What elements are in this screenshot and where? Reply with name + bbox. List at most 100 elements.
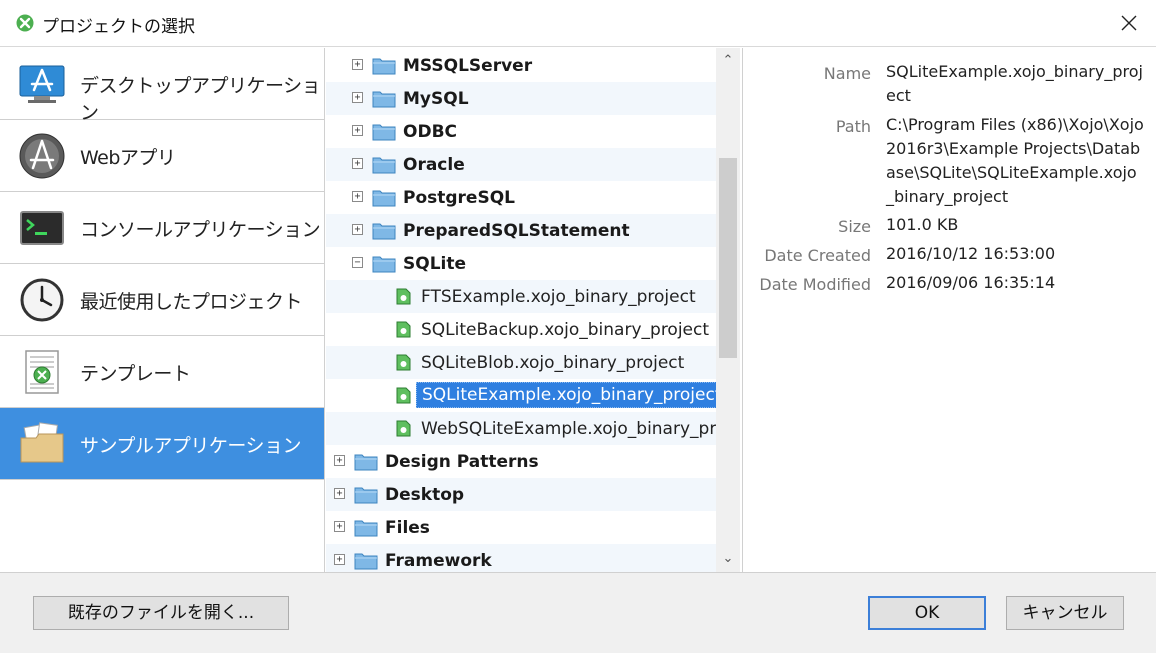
sample-project-tree: + MSSQLServer + MySQL + ODBC + Oracle + … [326, 48, 740, 572]
date-modified-label: Date Modified [759, 275, 871, 294]
xojo-app-icon [16, 14, 34, 32]
expand-icon[interactable]: + [334, 554, 345, 565]
name-value: SQLiteExample.xojo_binary_project [886, 62, 1143, 105]
window-title: プロジェクトの選択 [42, 17, 195, 37]
folder-label: MySQL [403, 89, 469, 109]
category-web-app[interactable]: Webアプリ [0, 120, 324, 192]
folder-icon [372, 58, 396, 75]
expand-icon[interactable]: + [334, 455, 345, 466]
category-label: デスクトップアプリケーション [80, 75, 321, 124]
scroll-down-arrow-icon[interactable]: ⌄ [716, 548, 740, 570]
folder-icon [372, 157, 396, 174]
folder-label: Desktop [385, 485, 465, 505]
tree-folder-row[interactable]: + Oracle [326, 148, 716, 181]
date-created-value: 2016/10/12 16:53:00 [886, 244, 1056, 263]
file-label: WebSQLiteExample.xojo_binary_pr... [421, 419, 731, 439]
tree-folder-row-expanded[interactable]: − SQLite [326, 247, 716, 280]
name-label: Name [823, 64, 871, 83]
project-details-panel: Name SQLiteExample.xojo_binary_project P… [742, 48, 1156, 572]
category-sample-apps[interactable]: サンプルアプリケーション [0, 408, 324, 480]
tree-file-row-selected[interactable]: SQLiteExample.xojo_binary_project [326, 379, 728, 412]
cancel-button[interactable]: キャンセル [1006, 596, 1124, 630]
folder-icon [372, 223, 396, 240]
clock-icon [20, 278, 64, 322]
tree-folder-row[interactable]: + Design Patterns [326, 445, 716, 478]
category-label: テンプレート [80, 363, 191, 385]
size-label: Size [838, 217, 871, 236]
xojo-project-file-icon [396, 288, 411, 305]
file-label-selected: SQLiteExample.xojo_binary_project [416, 382, 728, 408]
folder-label: Framework [385, 551, 492, 571]
xojo-project-file-icon [396, 321, 411, 338]
close-icon[interactable] [1116, 10, 1142, 36]
folder-label: Oracle [403, 155, 465, 175]
folder-label: PostgreSQL [403, 188, 515, 208]
tree-folder-row[interactable]: + PostgreSQL [326, 181, 716, 214]
xojo-project-file-icon [396, 354, 411, 371]
file-label: SQLiteBlob.xojo_binary_project [421, 353, 685, 373]
ok-button[interactable]: OK [868, 596, 986, 630]
tree-folder-row[interactable]: + MySQL [326, 82, 716, 115]
folder-icon [372, 256, 396, 273]
dialog-footer: 既存のファイルを開く... OK キャンセル [0, 572, 1156, 653]
tree-folder-row[interactable]: + MSSQLServer [326, 49, 716, 82]
console-app-icon [20, 211, 64, 245]
template-icon [25, 350, 59, 394]
web-app-icon [19, 133, 65, 179]
expand-icon[interactable]: + [352, 224, 363, 235]
expand-icon[interactable]: + [352, 125, 363, 136]
size-value: 101.0 KB [886, 215, 959, 234]
folder-label: Files [385, 518, 430, 538]
folder-icon [372, 124, 396, 141]
expand-icon[interactable]: + [352, 158, 363, 169]
folder-label: MSSQLServer [403, 56, 533, 76]
expand-icon[interactable]: + [352, 59, 363, 70]
folder-icon [372, 190, 396, 207]
xojo-project-file-icon [396, 387, 411, 404]
desktop-app-icon [19, 65, 65, 103]
expand-icon[interactable]: + [334, 521, 345, 532]
tree-folder-row[interactable]: + PreparedSQLStatement [326, 214, 716, 247]
expand-icon[interactable]: + [334, 488, 345, 499]
folder-icon [354, 487, 378, 504]
category-label: Webアプリ [80, 147, 176, 169]
tree-folder-row[interactable]: + Framework [326, 544, 716, 572]
scroll-up-arrow-icon[interactable]: ⌃ [716, 50, 740, 72]
tree-folder-row[interactable]: + Files [326, 511, 716, 544]
path-value: C:\Program Files (x86)\Xojo\Xojo 2016r3\… [886, 115, 1144, 206]
file-label: FTSExample.xojo_binary_project [421, 287, 696, 307]
category-console-app[interactable]: コンソールアプリケーション [0, 192, 324, 264]
tree-file-row[interactable]: FTSExample.xojo_binary_project [326, 280, 716, 313]
category-label: 最近使用したプロジェクト [80, 291, 303, 313]
collapse-icon[interactable]: − [352, 257, 363, 268]
folder-icon [354, 553, 378, 570]
xojo-project-file-icon [396, 420, 411, 437]
sample-folder-icon [20, 422, 64, 463]
folder-label: PreparedSQLStatement [403, 221, 630, 241]
project-type-list: デスクトップアプリケーション Webアプリ コンソールアプリケーション 最近使用… [0, 48, 325, 572]
folder-icon [354, 454, 378, 471]
category-recent-projects[interactable]: 最近使用したプロジェクト [0, 264, 324, 336]
tree-folder-row[interactable]: + Desktop [326, 478, 716, 511]
folder-icon [354, 520, 378, 537]
expand-icon[interactable]: + [352, 191, 363, 202]
tree-file-row[interactable]: SQLiteBackup.xojo_binary_project [326, 313, 716, 346]
tree-scrollbar[interactable]: ⌃ ⌄ [716, 48, 740, 572]
date-modified-value: 2016/09/06 16:35:14 [886, 273, 1056, 292]
file-label: SQLiteBackup.xojo_binary_project [421, 320, 710, 340]
folder-label: Design Patterns [385, 452, 539, 472]
category-templates[interactable]: テンプレート [0, 336, 324, 408]
tree-file-row[interactable]: SQLiteBlob.xojo_binary_project [326, 346, 716, 379]
open-existing-file-button[interactable]: 既存のファイルを開く... [33, 596, 289, 630]
date-created-label: Date Created [764, 246, 871, 265]
folder-label: ODBC [403, 122, 457, 142]
path-label: Path [835, 117, 871, 136]
scroll-thumb[interactable] [719, 158, 737, 358]
tree-file-row[interactable]: WebSQLiteExample.xojo_binary_pr... [326, 412, 731, 445]
category-label: コンソールアプリケーション [80, 219, 321, 241]
title-bar: プロジェクトの選択 [0, 0, 1156, 47]
tree-folder-row[interactable]: + ODBC [326, 115, 716, 148]
expand-icon[interactable]: + [352, 92, 363, 103]
folder-label: SQLite [403, 254, 467, 274]
category-desktop-app[interactable]: デスクトップアプリケーション [0, 48, 324, 124]
